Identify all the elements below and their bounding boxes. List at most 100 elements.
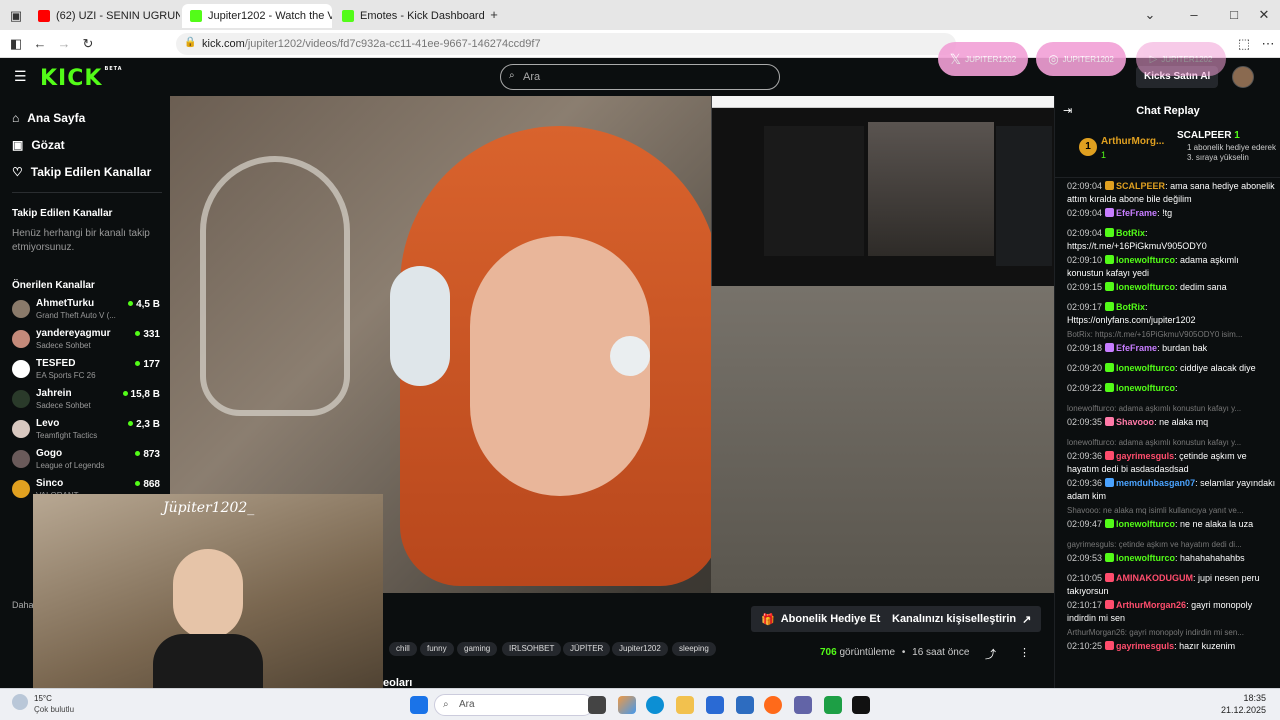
chat-username[interactable]: lonewolfturco <box>1116 255 1175 265</box>
chat-title: Chat Replay <box>1136 105 1200 117</box>
chat-username[interactable]: SCALPEER <box>1116 181 1165 191</box>
file-explorer-icon[interactable] <box>676 696 694 714</box>
chat-username[interactable]: ArthurMorgan26 <box>1116 600 1186 610</box>
chevron-down-icon[interactable]: ⌄ <box>1142 7 1158 23</box>
sidebar-item-home[interactable]: ⌂ Ana Sayfa <box>12 111 85 125</box>
chat-username[interactable]: AMINAKODUGUM <box>1116 573 1193 583</box>
tag-chip[interactable]: Jupiter1202 <box>612 642 668 656</box>
channel-item[interactable]: Levo Teamfight Tactics 2,3 B <box>12 416 164 444</box>
search-input[interactable]: ⌕ Ara <box>500 64 780 90</box>
chat-username[interactable]: lonewolfturco <box>1116 363 1175 373</box>
channel-name: AhmetTurku <box>36 298 95 309</box>
browser-tab-youtube[interactable]: (62) UZI - SENIN UGRUNA FT M ✕ <box>30 4 180 28</box>
channel-item[interactable]: Gogo League of Legends 873 <box>12 446 164 474</box>
channel-item[interactable]: AhmetTurku Grand Theft Auto V (... 4,5 B <box>12 296 164 324</box>
browser-tab-emotes[interactable]: Emotes - Kick Dashboard ✕ <box>334 4 484 28</box>
tab-title: Jupiter1202 - Watch the VO <box>208 10 332 22</box>
menu-icon[interactable]: ⋯ <box>1260 36 1276 52</box>
extensions-icon[interactable]: ⬚ <box>1236 36 1252 52</box>
channel-name: Sinco <box>36 478 64 489</box>
chat-username[interactable]: memduhbasgan07 <box>1116 478 1195 488</box>
chat-reply-preview: Shavooo: ne alaka mq isimli kullanıcıya … <box>1067 506 1244 515</box>
chat-username[interactable]: EfeFrame <box>1116 343 1157 353</box>
show-more-link[interactable]: Daha <box>12 600 34 610</box>
tag-chip[interactable]: gaming <box>457 642 498 656</box>
game-icon[interactable] <box>824 696 842 714</box>
channel-category: Grand Theft Auto V (... <box>36 311 116 320</box>
recommended-section-title: Önerilen Kanallar <box>12 280 95 291</box>
gift-subscription-button[interactable]: 🎁 Abonelik Hediye Et <box>751 606 891 632</box>
leader-subtitle: 1 abonelik hediye ederek 3. sıraya yükse… <box>1187 143 1276 162</box>
tag-chip[interactable]: funny <box>420 642 454 656</box>
room-pip <box>711 286 1054 593</box>
heart-icon: ♡ <box>12 165 23 179</box>
sidebar-item-browse[interactable]: ▣ Gözat <box>12 138 65 152</box>
tab-actions-icon[interactable]: ▣ <box>8 8 24 24</box>
user-badge-icon <box>1105 363 1115 372</box>
url-field[interactable]: 🔒 kick.com/jupiter1202/videos/fd7c932a-c… <box>176 33 956 55</box>
store-icon[interactable] <box>706 696 724 714</box>
browser-tab-jupiter[interactable]: Jupiter1202 - Watch the VO ✕ <box>182 4 332 28</box>
maximize-button[interactable]: □ <box>1226 7 1242 23</box>
firefox-icon[interactable] <box>764 696 782 714</box>
back-icon[interactable]: ← <box>32 36 48 52</box>
chat-username[interactable]: BotRix <box>1116 302 1145 312</box>
social-overlay-x[interactable]: 𝕏 JUPITER1202 <box>938 42 1028 76</box>
chat-username[interactable]: gayrimesguls <box>1116 451 1174 461</box>
chat-timestamp: 02:10:25 <box>1067 641 1103 651</box>
social-overlay-youtube[interactable]: ▷ JUPITER1202 <box>1136 42 1226 76</box>
sidebar-item-following[interactable]: ♡ Takip Edilen Kanallar <box>12 165 151 179</box>
social-overlay-instagram[interactable]: ◎ JUPITER1202 <box>1036 42 1126 76</box>
sidebar-item-label: Gözat <box>31 138 65 152</box>
avatar[interactable] <box>1232 66 1254 88</box>
gift-label: Abonelik Hediye Et <box>780 613 881 625</box>
outlook-icon[interactable] <box>736 696 754 714</box>
hamburger-menu-icon[interactable]: ☰ <box>14 68 27 85</box>
close-window-button[interactable]: ✕ <box>1256 7 1272 23</box>
chat-username[interactable]: lonewolfturco <box>1116 553 1175 563</box>
chat-text: : <box>1175 383 1178 393</box>
customize-channel-button[interactable]: Kanalınızı kişiselleştirin ↗ <box>882 606 1042 632</box>
copilot-icon[interactable] <box>618 696 636 714</box>
kick-logo[interactable]: KICK BETA <box>40 66 123 91</box>
chat-username[interactable]: EfeFrame <box>1116 208 1157 218</box>
chat-timestamp: 02:09:22 <box>1067 383 1103 393</box>
leader-count: 1 <box>1101 150 1107 160</box>
minimize-button[interactable]: – <box>1186 7 1202 23</box>
gift-icon: 🎁 <box>761 613 775 626</box>
reload-icon[interactable]: ↻ <box>80 36 96 52</box>
chat-timestamp: 02:09:35 <box>1067 417 1103 427</box>
channel-item[interactable]: Jahrein Sadece Sohbet 15,8 B <box>12 386 164 414</box>
chat-username[interactable]: lonewolfturco <box>1116 282 1175 292</box>
share-icon[interactable]: ⤴ <box>985 646 996 662</box>
channel-category: Sadece Sohbet <box>36 341 91 350</box>
task-view-icon[interactable] <box>588 696 606 714</box>
new-tab-button[interactable]: + <box>486 7 502 23</box>
taskbar-search-input[interactable]: ⌕ Ara <box>434 694 594 716</box>
edge-icon[interactable] <box>646 696 664 714</box>
chat-username[interactable]: gayrimesguls <box>1116 641 1174 651</box>
tag-chip[interactable]: IRLSOHBET <box>502 642 562 656</box>
live-dot-icon <box>128 421 134 426</box>
user-badge-icon <box>1105 451 1115 460</box>
kick-app-icon[interactable] <box>852 696 870 714</box>
chat-username[interactable]: lonewolfturco <box>1116 383 1175 393</box>
chat-text: : burdan bak <box>1157 343 1208 353</box>
tag-chip[interactable]: JÜPİTER <box>563 642 611 656</box>
chat-username[interactable]: BotRix <box>1116 228 1145 238</box>
chat-text: : !tg <box>1157 208 1173 218</box>
sidebar-toggle-icon[interactable]: ◧ <box>8 36 24 52</box>
teams-icon[interactable] <box>794 696 812 714</box>
more-options-icon[interactable]: ⋮ <box>1019 646 1030 659</box>
channel-item[interactable]: yandereyagmur Sadece Sohbet 331 <box>12 326 164 354</box>
followed-empty-text: Henüz herhangi bir kanalı takip etmiyors… <box>12 228 150 253</box>
windows-start-icon[interactable] <box>410 696 428 714</box>
tag-chip[interactable]: chill <box>389 642 417 656</box>
chat-username[interactable]: lonewolfturco <box>1116 519 1175 529</box>
channel-item[interactable]: TESFED EA Sports FC 26 177 <box>12 356 164 384</box>
rank-badge: 1 <box>1079 138 1097 156</box>
chat-reply-preview: gayrimesguls: çetinde aşkım ve hayatım d… <box>1067 540 1242 549</box>
forward-icon[interactable]: → <box>56 36 72 52</box>
tag-chip[interactable]: sleeping <box>672 642 716 656</box>
chat-username[interactable]: Shavooo <box>1116 417 1154 427</box>
